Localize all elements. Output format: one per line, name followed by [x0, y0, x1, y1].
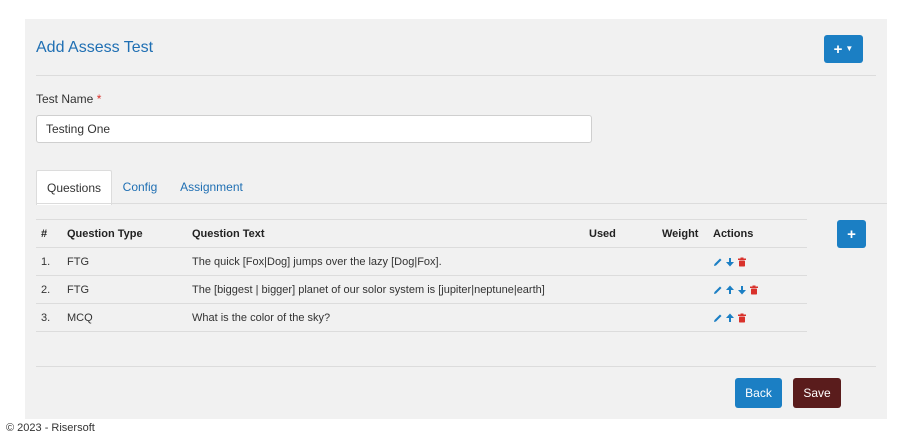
row-type: FTG — [67, 247, 192, 276]
row-num: 1. — [36, 247, 67, 276]
edit-icon[interactable] — [713, 313, 723, 323]
questions-table: # Question Type Question Text Used Weigh… — [36, 219, 807, 332]
arrow-down-icon[interactable] — [737, 285, 747, 295]
back-button[interactable]: Back — [735, 378, 782, 408]
divider — [36, 366, 876, 367]
required-marker: * — [96, 92, 102, 106]
table-row: 1. FTG The quick [Fox|Dog] jumps over th… — [36, 247, 807, 276]
row-actions — [713, 247, 807, 276]
tab-assignment[interactable]: Assignment — [180, 170, 243, 204]
plus-icon: + — [847, 225, 856, 243]
delete-icon[interactable] — [737, 257, 747, 267]
col-num-header: # — [36, 219, 67, 248]
row-text: The quick [Fox|Dog] jumps over the lazy … — [192, 247, 589, 276]
caret-down-icon: ▼ — [845, 44, 854, 53]
delete-icon[interactable] — [749, 285, 759, 295]
row-text: The [biggest | bigger] planet of our sol… — [192, 275, 589, 304]
arrow-up-icon[interactable] — [725, 313, 735, 323]
plus-icon: + — [833, 40, 843, 58]
table-header-row: # Question Type Question Text Used Weigh… — [36, 219, 807, 248]
row-actions — [713, 275, 807, 304]
delete-icon[interactable] — [737, 313, 747, 323]
row-weight — [662, 275, 713, 304]
add-question-button[interactable]: + — [837, 220, 866, 248]
row-type: MCQ — [67, 303, 192, 332]
col-actions-header: Actions — [713, 219, 807, 248]
row-num: 2. — [36, 275, 67, 304]
tab-questions[interactable]: Questions — [36, 170, 112, 205]
test-name-label: Test Name * — [36, 92, 101, 106]
row-weight — [662, 247, 713, 276]
edit-icon[interactable] — [713, 285, 723, 295]
divider — [36, 75, 876, 76]
row-used — [589, 247, 662, 276]
tab-underline — [36, 203, 887, 204]
table-row: 3. MCQ What is the color of the sky? — [36, 303, 807, 332]
col-type-header: Question Type — [67, 219, 192, 248]
test-name-label-text: Test Name — [36, 92, 94, 106]
col-weight-header: Weight — [662, 219, 713, 248]
test-name-input[interactable] — [36, 115, 592, 143]
edit-icon[interactable] — [713, 257, 723, 267]
footer-copyright: © 2023 - Risersoft — [6, 422, 95, 434]
row-used — [589, 303, 662, 332]
save-button[interactable]: Save — [793, 378, 841, 408]
row-text: What is the color of the sky? — [192, 303, 589, 332]
tab-config[interactable]: Config — [123, 170, 158, 204]
col-text-header: Question Text — [192, 219, 589, 248]
row-used — [589, 275, 662, 304]
arrow-down-icon[interactable] — [725, 257, 735, 267]
row-weight — [662, 303, 713, 332]
page-title: Add Assess Test — [36, 39, 154, 56]
table-row: 2. FTG The [biggest | bigger] planet of … — [36, 275, 807, 304]
row-num: 3. — [36, 303, 67, 332]
arrow-up-icon[interactable] — [725, 285, 735, 295]
add-menu-button[interactable]: + ▼ — [824, 35, 863, 63]
row-actions — [713, 303, 807, 332]
content-card: Add Assess Test + ▼ Test Name * Question… — [25, 19, 887, 419]
row-type: FTG — [67, 275, 192, 304]
col-used-header: Used — [589, 219, 662, 248]
